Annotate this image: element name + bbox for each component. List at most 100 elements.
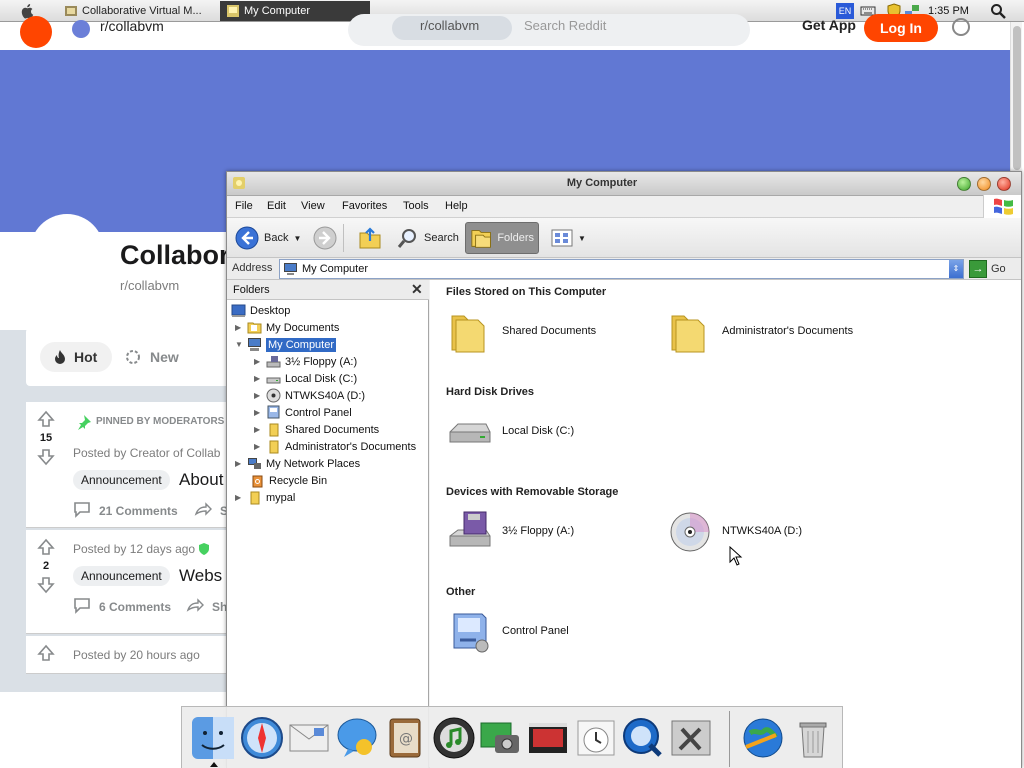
tree-item-network-places[interactable]: ▶ My Network Places [235,455,360,472]
tree-item-floppy[interactable]: ▶ 3½ Floppy (A:) [254,353,357,370]
menu-edit[interactable]: Edit [267,200,286,212]
maximize-button[interactable] [977,177,991,191]
upvote-icon[interactable] [37,538,55,556]
item-shared-documents[interactable]: Shared Documents [446,308,596,354]
tree-item-mypal[interactable]: ▶ mypal [235,489,295,506]
expand-icon[interactable]: ▶ [254,442,262,451]
network-globe-icon[interactable] [740,715,786,761]
tree-item-control-panel[interactable]: ▶ Control Panel [254,404,352,421]
post-card[interactable]: 15 PINNED BY MODERATORS Posted by Creato… [26,402,236,528]
address-input[interactable]: My Computer ⇕ [279,259,964,279]
tree-item-local-disk[interactable]: ▶ Local Disk (C:) [254,370,357,387]
itunes-icon[interactable] [431,715,477,761]
safari-icon[interactable] [239,715,285,761]
post-card[interactable]: Posted by 20 hours ago [26,636,236,674]
expand-icon[interactable]: ▶ [235,459,243,468]
expand-icon[interactable]: ▶ [254,357,262,366]
toolbar-separator [343,224,344,252]
tree-item-label: Administrator's Documents [285,440,417,453]
iphoto-icon[interactable] [477,715,523,761]
downvote-icon[interactable] [37,576,55,594]
item-administrators-documents[interactable]: Administrator's Documents [666,308,853,354]
post-title[interactable]: About [179,470,223,490]
menu-favorites[interactable]: Favorites [342,200,387,212]
item-label: Shared Documents [502,325,597,337]
expand-icon[interactable]: ▶ [235,323,243,332]
expand-icon[interactable]: ▶ [254,425,262,434]
menu-tools[interactable]: Tools [403,200,429,212]
scrollbar-thumb[interactable] [1013,26,1021,170]
back-dropdown-icon[interactable]: ▼ [293,234,301,243]
get-app-button[interactable]: Get App [802,17,856,33]
standard-toolbar: Back ▼ Search Folders ▼ [227,218,1021,258]
menu-help[interactable]: Help [445,200,468,212]
views-button[interactable]: ▼ [547,222,590,254]
upvote-icon[interactable] [37,410,55,428]
collapse-icon[interactable]: ▼ [235,340,243,349]
address-book-icon[interactable]: @ [382,715,428,761]
tree-item-recycle-bin[interactable]: Recycle Bin [250,472,327,489]
window-title-bar[interactable]: My Computer [227,172,1021,196]
search-label: Search [424,232,459,244]
mail-icon[interactable] [286,715,332,761]
sort-hot-button[interactable]: Hot [40,342,112,372]
quicktime-icon[interactable] [620,715,666,761]
tree-item-my-computer[interactable]: ▼ My Computer [235,336,337,353]
search-button[interactable]: Search [393,222,463,254]
sort-hot-label: Hot [74,349,98,365]
forward-button[interactable] [309,222,341,254]
comments-link[interactable]: 21 Comments [99,504,178,518]
minimize-button[interactable] [957,177,971,191]
sort-new-button[interactable]: New [126,349,179,365]
item-label: Administrator's Documents [722,325,854,337]
post-flair[interactable]: Announcement [73,566,170,586]
ical-icon[interactable] [573,715,619,761]
spotlight-search-icon[interactable] [990,3,1006,19]
tree-item-label: My Network Places [266,457,361,470]
my-documents-icon [247,322,262,334]
folders-button[interactable]: Folders [465,222,539,254]
tree-item-cd-drive[interactable]: ▶ NTWKS40A (D:) [254,387,365,404]
close-button[interactable] [997,177,1011,191]
upvote-icon[interactable] [37,644,55,662]
vote-count: 2 [42,560,50,572]
tree-item-my-documents[interactable]: ▶ My Documents [235,319,339,336]
expand-icon[interactable]: ▶ [254,408,262,417]
expand-icon[interactable]: ▶ [254,374,262,383]
expand-icon[interactable]: ▶ [254,391,262,400]
group-hard-disk-drives: Hard Disk Drives [446,386,535,398]
back-button[interactable]: Back ▼ [231,222,305,254]
trash-icon[interactable] [790,715,836,761]
finder-icon[interactable] [190,715,236,761]
go-button[interactable]: → Go [969,260,1006,278]
post-card[interactable]: 2 Posted by 12 days ago Announcement Web… [26,530,236,634]
clock[interactable]: 1:35 PM [928,3,969,19]
post-flair[interactable]: Announcement [73,470,170,490]
reddit-logo-icon[interactable] [20,16,52,48]
subreddit-link[interactable]: r/collabvm [100,18,164,34]
post-title[interactable]: Webs [179,566,222,586]
close-pane-icon[interactable]: ✕ [411,281,423,298]
tree-item-desktop[interactable]: Desktop [231,302,290,319]
system-preferences-icon[interactable] [668,715,714,761]
item-floppy[interactable]: 3½ Floppy (A:) [446,508,574,554]
search-scope-chip[interactable]: r/collabvm [392,16,512,40]
expand-icon[interactable]: ▶ [235,493,243,502]
tree-item-administrators-documents[interactable]: ▶ Administrator's Documents [254,438,416,455]
user-menu-icon[interactable] [952,18,970,36]
taskbar-tab-my-computer[interactable]: My Computer [220,1,370,21]
comments-link[interactable]: 6 Comments [99,600,171,614]
item-local-disk[interactable]: Local Disk (C:) [446,408,574,454]
menu-view[interactable]: View [301,200,325,212]
up-folder-button[interactable] [353,222,387,254]
imovie-icon[interactable] [525,715,571,761]
item-control-panel[interactable]: Control Panel [446,608,569,654]
downvote-icon[interactable] [37,448,55,466]
views-dropdown-icon[interactable]: ▼ [578,234,586,243]
address-dropdown-icon[interactable]: ⇕ [949,260,963,278]
login-button[interactable]: Log In [864,14,938,42]
menu-file[interactable]: File [235,200,253,212]
ichat-icon[interactable] [334,715,380,761]
search-placeholder[interactable]: Search Reddit [524,18,606,33]
tree-item-shared-documents[interactable]: ▶ Shared Documents [254,421,379,438]
